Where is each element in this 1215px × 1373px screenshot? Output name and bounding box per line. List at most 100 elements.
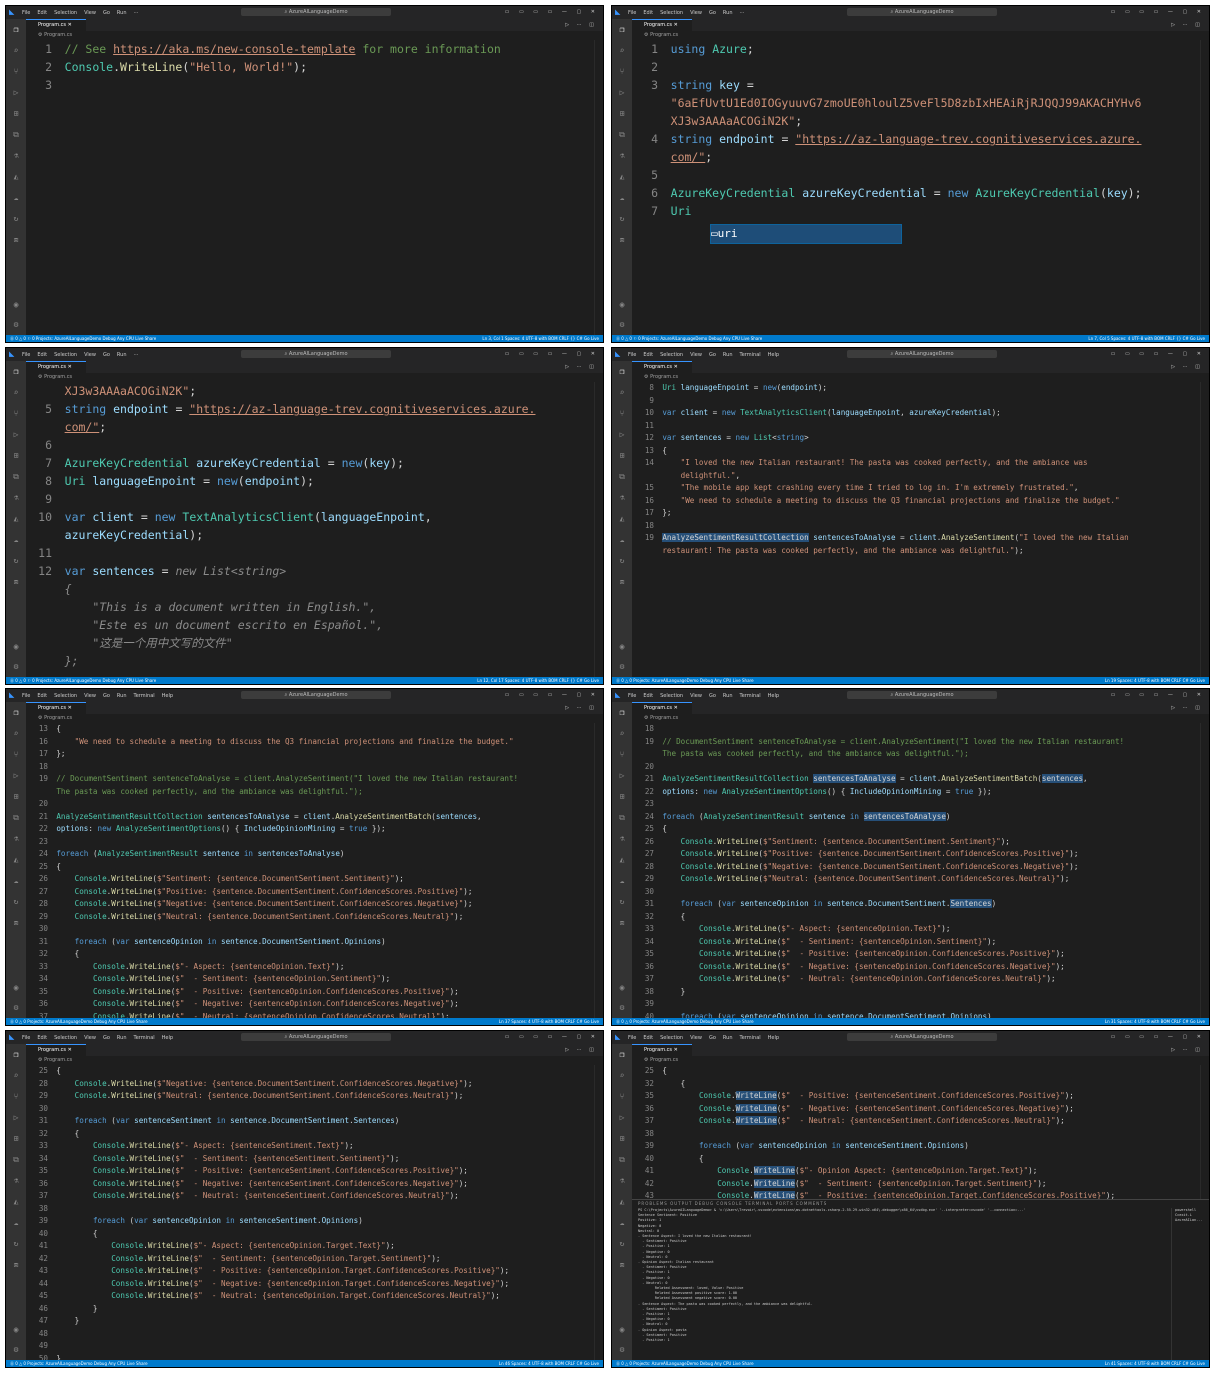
- source-control-icon[interactable]: ⑂: [612, 403, 632, 424]
- extensions-icon[interactable]: ⊞: [6, 1128, 26, 1149]
- menu-item[interactable]: Selection: [54, 352, 77, 358]
- window-controls[interactable]: ▭ ▭ ▭ ▭ — ▢ ✕: [505, 1034, 599, 1040]
- close-icon[interactable]: ✕: [672, 364, 678, 370]
- account-icon[interactable]: ◉: [612, 636, 632, 657]
- account-icon[interactable]: ◉: [612, 977, 632, 998]
- menu-item[interactable]: View: [84, 1035, 96, 1041]
- menu-item[interactable]: Selection: [54, 693, 77, 699]
- gear-icon[interactable]: ⚙: [612, 1339, 632, 1360]
- menu-item[interactable]: Help: [768, 1035, 779, 1041]
- menu-item[interactable]: File: [22, 10, 30, 16]
- vertical-scrollbar[interactable]: [1200, 723, 1209, 1018]
- menu-item[interactable]: Edit: [643, 352, 653, 358]
- menu-item[interactable]: View: [84, 10, 96, 16]
- window-controls[interactable]: ▭ ▭ ▭ ▭ — ▢ ✕: [1111, 351, 1205, 357]
- menu-item[interactable]: Go: [103, 352, 110, 358]
- tab-program-cs[interactable]: Program.cs ✕: [26, 1044, 86, 1056]
- status-left[interactable]: ⓪ 0 △ 0 ⚐ 0 Projects: AzureAILanguageDem…: [10, 677, 156, 684]
- menu-item[interactable]: Terminal: [740, 352, 761, 358]
- window-controls[interactable]: ▭ ▭ ▭ ▭ — ▢ ✕: [1111, 692, 1205, 698]
- account-icon[interactable]: ◉: [6, 1319, 26, 1340]
- files-icon[interactable]: ❐: [6, 19, 26, 40]
- code-editor[interactable]: 1 using Azure; 2 3 string key = "6aEfUvtU1Ed0…: [632, 40, 1201, 335]
- menu-item[interactable]: Help: [768, 693, 779, 699]
- menu-item[interactable]: View: [84, 693, 96, 699]
- panel-tabs[interactable]: PROBLEMS OUTPUT DEBUG CONSOLE TERMINAL P…: [632, 1200, 1209, 1208]
- azure-icon[interactable]: ◭: [612, 166, 632, 187]
- window-controls[interactable]: ▭ ▭ ▭ ▭ — ▢ ✕: [1111, 9, 1205, 15]
- close-icon[interactable]: ✕: [672, 22, 678, 28]
- window-controls[interactable]: ▭ ▭ ▭ ▭ — ▢ ✕: [505, 9, 599, 15]
- gear-icon[interactable]: ⚙: [6, 997, 26, 1018]
- azure-icon[interactable]: ◭: [6, 849, 26, 870]
- testing-icon[interactable]: ⚗: [6, 1170, 26, 1191]
- breadcrumb[interactable]: ⚙ Program.cs: [632, 373, 1209, 382]
- run-debug-icon[interactable]: ▷: [6, 82, 26, 103]
- menu-item[interactable]: Terminal: [134, 1035, 155, 1041]
- tab-program-cs[interactable]: Program.cs ✕: [632, 702, 692, 714]
- browser-icon[interactable]: ⧈: [612, 571, 632, 592]
- command-center-search[interactable]: ⌕ AzureAILanguageDemo: [241, 350, 391, 358]
- run-debug-icon[interactable]: ▷: [6, 1107, 26, 1128]
- source-control-icon[interactable]: ⑂: [6, 61, 26, 82]
- status-right[interactable]: Ln 3, Col 1 Spaces: 4 UTF-8 with BOM CRL…: [482, 335, 599, 342]
- extensions-icon[interactable]: ⊞: [612, 1128, 632, 1149]
- menu-item[interactable]: Help: [162, 1035, 173, 1041]
- tab-program-cs[interactable]: Program.cs ✕: [632, 1044, 692, 1056]
- menu-item[interactable]: Edit: [37, 352, 47, 358]
- status-right[interactable]: Ln 31 Spaces: 4 UTF-8 with BOM CRLF C# G…: [1105, 1018, 1205, 1025]
- status-left[interactable]: ⓪ 0 △ 0 Projects: AzureAILanguageDemo De…: [10, 1018, 148, 1025]
- command-center-search[interactable]: ⌕ AzureAILanguageDemo: [847, 350, 997, 358]
- source-control-icon[interactable]: ⑂: [6, 403, 26, 424]
- editor-actions[interactable]: ▷ ⋯ ◫: [1171, 705, 1203, 711]
- browser-icon[interactable]: ⧈: [6, 229, 26, 250]
- window-controls[interactable]: ▭ ▭ ▭ ▭ — ▢ ✕: [505, 692, 599, 698]
- browser-icon[interactable]: ⧈: [6, 912, 26, 933]
- testing-icon[interactable]: ⚗: [612, 487, 632, 508]
- run-debug-icon[interactable]: ▷: [612, 424, 632, 445]
- menu-item[interactable]: Go: [709, 1035, 716, 1041]
- docker-icon[interactable]: ☁: [612, 870, 632, 891]
- editor-actions[interactable]: ▷ ⋯ ◫: [565, 705, 597, 711]
- menu-item[interactable]: Terminal: [134, 693, 155, 699]
- status-right[interactable]: Ln 19 Spaces: 4 UTF-8 with BOM CRLF C# G…: [1105, 677, 1205, 684]
- status-right[interactable]: Ln 46 Spaces: 4 UTF-8 with BOM CRLF C# G…: [499, 1360, 599, 1367]
- vertical-scrollbar[interactable]: [1200, 40, 1209, 335]
- account-icon[interactable]: ◉: [6, 977, 26, 998]
- menu-item[interactable]: View: [690, 693, 702, 699]
- status-right[interactable]: Ln 37 Spaces: 4 UTF-8 with BOM CRLF C# G…: [499, 1018, 599, 1025]
- run-debug-icon[interactable]: ▷: [612, 1107, 632, 1128]
- breadcrumb[interactable]: ⚙ Program.cs: [26, 31, 603, 40]
- status-left[interactable]: ⓪ 0 △ 0 Projects: AzureAILanguageDemo De…: [616, 1360, 754, 1367]
- source-control-icon[interactable]: ⑂: [612, 744, 632, 765]
- editor-actions[interactable]: ▷ ⋯ ◫: [565, 1047, 597, 1053]
- live-share-icon[interactable]: ↻: [612, 1233, 632, 1254]
- status-right[interactable]: Ln 12, Col 17 Spaces: 4 UTF-8 with BOM C…: [477, 677, 599, 684]
- status-left[interactable]: ⓪ 0 △ 0 Projects: AzureAILanguageDemo De…: [616, 1018, 754, 1025]
- testing-icon[interactable]: ⚗: [6, 828, 26, 849]
- source-control-icon[interactable]: ⑂: [612, 1086, 632, 1107]
- menu-item[interactable]: Go: [103, 1035, 110, 1041]
- menu-item[interactable]: Run: [117, 352, 127, 358]
- source-control-icon[interactable]: ⑂: [6, 744, 26, 765]
- status-left[interactable]: ⓪ 0 △ 0 Projects: AzureAILanguageDemo De…: [10, 1360, 148, 1367]
- remote-explorer-icon[interactable]: ⧉: [612, 124, 632, 145]
- azure-icon[interactable]: ◭: [6, 166, 26, 187]
- vertical-scrollbar[interactable]: [594, 40, 603, 335]
- command-center-search[interactable]: ⌕ AzureAILanguageDemo: [847, 8, 997, 16]
- menu-item[interactable]: Run: [723, 693, 733, 699]
- docker-icon[interactable]: ☁: [6, 187, 26, 208]
- search-icon[interactable]: ⌕: [612, 40, 632, 61]
- menu-item[interactable]: Run: [723, 352, 733, 358]
- vertical-scrollbar[interactable]: [594, 382, 603, 677]
- code-editor[interactable]: 8 Uri languageEnpoint = new(endpoint); 9 10…: [632, 382, 1201, 677]
- vertical-scrollbar[interactable]: [594, 1065, 603, 1360]
- menu-item[interactable]: File: [22, 352, 30, 358]
- search-icon[interactable]: ⌕: [612, 723, 632, 744]
- extensions-icon[interactable]: ⊞: [612, 786, 632, 807]
- editor-actions[interactable]: ▷ ⋯ ◫: [565, 364, 597, 370]
- menu-item[interactable]: Edit: [37, 1035, 47, 1041]
- code-editor[interactable]: 18 19 // DocumentSentiment sentenceToAnaly…: [632, 723, 1201, 1018]
- remote-explorer-icon[interactable]: ⧉: [612, 807, 632, 828]
- files-icon[interactable]: ❐: [612, 361, 632, 382]
